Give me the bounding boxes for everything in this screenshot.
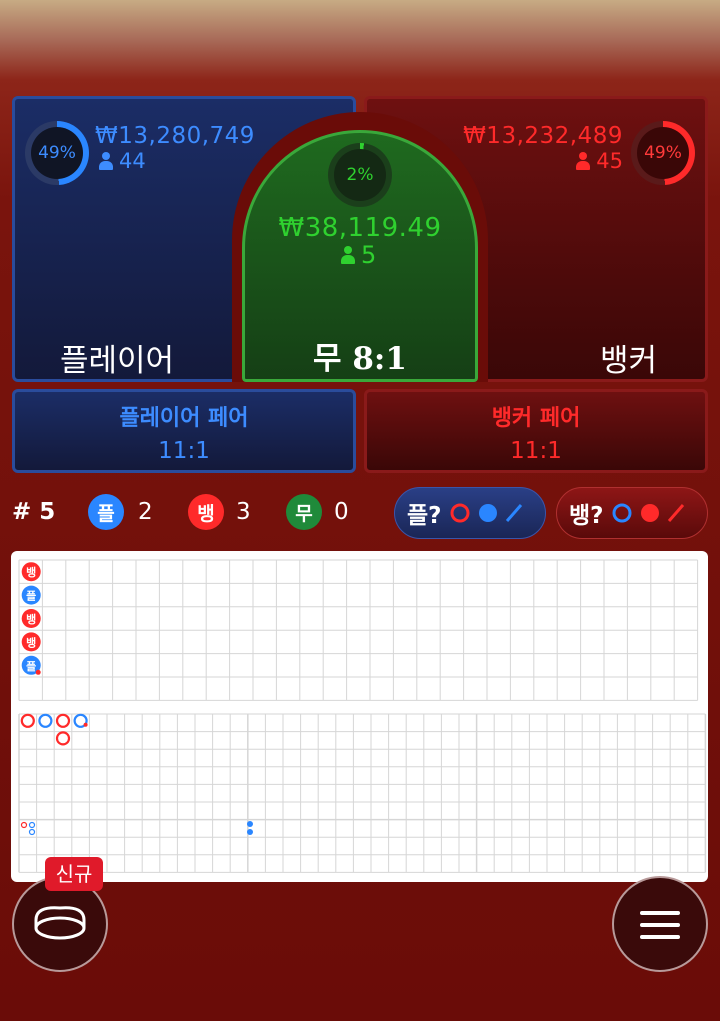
person-icon bbox=[99, 152, 113, 170]
player-win-count: 2 bbox=[138, 499, 153, 525]
banker-percent-ring: 49% bbox=[631, 121, 695, 185]
hamburger-menu-icon bbox=[640, 911, 680, 939]
banker-bettor-count: 45 bbox=[576, 149, 623, 173]
banker-amount: ₩13,232,489 bbox=[463, 123, 623, 149]
player-bettor-count: 44 bbox=[99, 149, 146, 173]
person-icon bbox=[341, 246, 355, 264]
tie-bettor-count: 5 bbox=[341, 241, 376, 269]
round-number: # 5 bbox=[12, 499, 56, 525]
bead-label: 뱅 bbox=[26, 635, 36, 649]
banker-pair-dot bbox=[35, 669, 41, 675]
player-pair-bet-area[interactable]: 플레이어 페어 11:1 bbox=[12, 389, 356, 473]
tie-percent: 2% bbox=[334, 149, 386, 201]
player-percent: 49% bbox=[31, 127, 83, 179]
bead-label: 플 bbox=[26, 660, 36, 673]
banker-win-count: 3 bbox=[236, 499, 251, 525]
person-icon bbox=[576, 152, 591, 170]
chip-stack-icon bbox=[34, 906, 86, 940]
tie-count-value: 5 bbox=[361, 241, 377, 269]
tie-win-count: 0 bbox=[334, 499, 349, 525]
banker-percent: 49% bbox=[637, 127, 689, 179]
derived-mark bbox=[247, 829, 253, 835]
player-label: 플레이어 bbox=[60, 343, 175, 379]
derived-mark bbox=[28, 828, 36, 836]
player-percent-ring: 49% bbox=[25, 121, 89, 185]
player-amount: ₩13,280,749 bbox=[95, 123, 255, 149]
banker-pair-bet-area[interactable]: 뱅커 페어 11:1 bbox=[364, 389, 708, 473]
banker-count-value: 45 bbox=[596, 149, 623, 173]
new-badge: 신규 bbox=[45, 857, 103, 891]
tie-percent-ring: 2% bbox=[328, 143, 392, 207]
round-stats: # 5 플 2 뱅 3 무 0 bbox=[12, 490, 349, 534]
player-predict-label: 플? bbox=[407, 503, 442, 529]
predict-road-icons bbox=[450, 503, 522, 523]
scoreboard[interactable]: 뱅플뱅뱅플 bbox=[11, 551, 708, 882]
player-pair-odds: 11:1 bbox=[158, 438, 210, 464]
tie-bet-area[interactable]: 2% ₩38,119.49 5 무 8:1 bbox=[242, 130, 478, 382]
player-pair-label: 플레이어 페어 bbox=[119, 406, 249, 431]
banker-pair-dot bbox=[83, 722, 88, 727]
menu-button[interactable] bbox=[612, 876, 708, 972]
tie-amount: ₩38,119.49 bbox=[278, 213, 442, 243]
player-chip-icon: 플 bbox=[88, 494, 124, 530]
bigroad-mark bbox=[38, 713, 53, 728]
derived-mark bbox=[28, 821, 36, 829]
player-count-value: 44 bbox=[119, 149, 146, 173]
tie-chip-icon: 무 bbox=[286, 494, 322, 530]
bigroad-mark bbox=[20, 713, 35, 728]
banker-predict-button[interactable]: 뱅? bbox=[556, 487, 708, 539]
derived-mark bbox=[20, 821, 28, 829]
banker-pair-odds: 11:1 bbox=[510, 438, 562, 464]
banker-chip-icon: 뱅 bbox=[188, 494, 224, 530]
bead-label: 뱅 bbox=[26, 612, 36, 626]
bigroad-mark bbox=[55, 731, 71, 746]
banker-pair-label: 뱅커 페어 bbox=[491, 406, 581, 431]
predict-road-icons bbox=[612, 503, 684, 523]
player-predict-button[interactable]: 플? bbox=[394, 487, 546, 539]
bigroad-mark bbox=[55, 713, 71, 728]
bead-label: 플 bbox=[26, 590, 36, 603]
banker-predict-label: 뱅? bbox=[569, 503, 604, 529]
scoreboard-grids: 뱅플뱅뱅플 bbox=[18, 559, 707, 873]
derived-mark bbox=[247, 821, 253, 827]
bead-label: 뱅 bbox=[26, 565, 36, 579]
tie-label: 무 8:1 bbox=[313, 341, 407, 377]
banker-label: 뱅커 bbox=[599, 343, 657, 379]
